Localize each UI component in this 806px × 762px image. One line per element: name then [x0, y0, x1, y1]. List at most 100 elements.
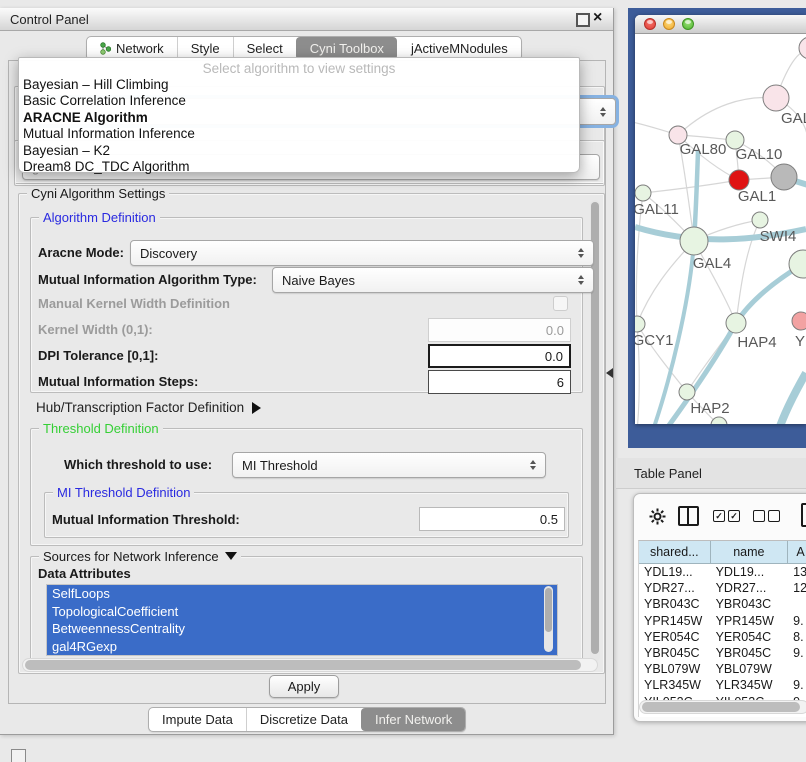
split-columns-icon[interactable] [678, 506, 699, 526]
mi-type-label: Mutual Information Algorithm Type: [38, 272, 257, 287]
gear-icon[interactable] [649, 508, 666, 525]
table-row[interactable]: YDR27...YDR27...12 [639, 580, 806, 596]
close-panel-icon[interactable]: × [593, 9, 602, 27]
select-all-columns-icon[interactable]: ✓✓ [713, 510, 740, 522]
table-row[interactable]: YBR045CYBR045C9. [639, 645, 806, 661]
algorithm-dropdown-popup: Select algorithm to view settings Bayesi… [18, 57, 580, 173]
table-horizontal-scrollbar[interactable] [639, 700, 806, 714]
table-cell: 13 [788, 564, 806, 580]
network-node-label: HAP2 [690, 400, 729, 417]
mi-threshold-group-title: MI Threshold Definition [53, 485, 194, 500]
network-node-label: GAL1 [738, 188, 776, 205]
data-attribute-item[interactable]: BetweennessCentrality [47, 620, 557, 638]
data-attributes-list[interactable]: SelfLoopsTopologicalCoefficientBetweenne… [46, 584, 558, 656]
algorithm-option[interactable]: Dream8 DC_TDC Algorithm [19, 159, 579, 175]
node-table[interactable]: shared...nameA YDL19...YDL19...13YDR27..… [638, 540, 806, 717]
kernel-width-input[interactable]: 0.0 [428, 318, 571, 342]
table-row[interactable]: YBL079WYBL079W [639, 661, 806, 677]
table-cell: YBL079W [639, 661, 711, 677]
dock-mini-icon[interactable] [11, 749, 26, 762]
manual-kernel-checkbox[interactable] [553, 296, 568, 311]
network-node-hap4[interactable] [726, 313, 746, 333]
table-panel-title: Table Panel [634, 466, 702, 481]
network-view-frame: GALGAL80GAL10GAL1GAL11SWI4GAL4GCY1HAP4YH… [628, 8, 806, 448]
algorithm-option[interactable]: ARACNE Algorithm [19, 110, 579, 126]
table-column-header[interactable]: name [711, 541, 789, 563]
tab-discretize-data[interactable]: Discretize Data [246, 708, 361, 731]
data-attribute-item[interactable]: SelfLoops [47, 585, 557, 603]
network-node[interactable] [711, 417, 727, 424]
tab-cyni-toolbox-label: Cyni Toolbox [310, 41, 384, 56]
control-panel-titlebar: Control Panel × [0, 8, 613, 31]
network-node-label: SWI4 [760, 228, 797, 245]
splitter-collapse-arrow[interactable] [606, 368, 613, 378]
table-column-header[interactable]: shared... [639, 541, 711, 563]
network-graph-canvas[interactable]: GALGAL80GAL10GAL1GAL11SWI4GAL4GCY1HAP4YH… [635, 34, 806, 424]
network-node-label: GAL80 [680, 141, 727, 158]
table-row[interactable]: YLR345WYLR345W9. [639, 677, 806, 693]
apply-button-label: Apply [288, 679, 321, 694]
network-edge-highlighted[interactable] [772, 373, 806, 424]
float-panel-icon[interactable] [576, 13, 590, 27]
network-node[interactable] [799, 37, 806, 59]
tab-infer-network[interactable]: Infer Network [361, 708, 465, 731]
attributes-vertical-scrollbar[interactable] [544, 586, 553, 652]
algorithm-option[interactable]: Mutual Information Inference [19, 126, 579, 142]
hub-definition-expander[interactable]: Hub/Transcription Factor Definition [36, 400, 261, 415]
tab-impute-data[interactable]: Impute Data [149, 708, 246, 731]
table-hscroll-thumb[interactable] [642, 702, 800, 712]
data-attribute-item[interactable]: gal4RGexp [47, 638, 557, 656]
close-window-icon[interactable] [644, 18, 656, 30]
network-node-gcy1[interactable] [635, 316, 645, 332]
sources-group-title[interactable]: Sources for Network Inference [39, 549, 241, 564]
table-row[interactable]: YDL19...YDL19...13 [639, 564, 806, 580]
table-row[interactable]: YBR043CYBR043C [639, 596, 806, 612]
cyni-bottom-tabbar: Impute Data Discretize Data Infer Networ… [148, 707, 466, 732]
minimize-window-icon[interactable] [663, 18, 675, 30]
dpi-tolerance-input[interactable]: 0.0 [428, 344, 571, 368]
network-edge[interactable] [643, 180, 739, 193]
algorithm-option-list: Bayesian – Hill ClimbingBasic Correlatio… [19, 77, 579, 175]
table-column-header[interactable]: A [788, 541, 806, 563]
network-edge[interactable] [678, 97, 776, 135]
table-row[interactable]: YER054CYER054C8. [639, 629, 806, 645]
which-threshold-combo[interactable]: MI Threshold [232, 452, 546, 478]
mi-steps-input[interactable]: 6 [428, 370, 571, 394]
deselect-all-columns-icon[interactable] [753, 510, 780, 522]
aracne-mode-combo[interactable]: Discovery [130, 240, 594, 266]
table-cell: YER054C [639, 629, 711, 645]
table-header-row: shared...nameA [639, 541, 806, 564]
network-node-gal4[interactable] [680, 227, 708, 255]
zoom-window-icon[interactable] [682, 18, 694, 30]
mi-threshold-input[interactable]: 0.5 [419, 507, 565, 531]
mi-type-combo[interactable]: Naive Bayes [272, 267, 594, 293]
table-toolbar: ✓✓ [634, 494, 806, 538]
document-icon[interactable] [801, 503, 806, 527]
tab-style-label: Style [191, 41, 220, 56]
algorithm-option[interactable]: Bayesian – Hill Climbing [19, 77, 579, 93]
mi-steps-label: Mutual Information Steps: [38, 374, 198, 389]
which-threshold-value: MI Threshold [242, 458, 318, 473]
stepper-arrows-icon [578, 275, 584, 285]
apply-button[interactable]: Apply [269, 675, 339, 698]
algorithm-option[interactable]: Basic Correlation Inference [19, 93, 579, 109]
network-node[interactable] [771, 164, 797, 190]
settings-horizontal-scrollbar[interactable] [22, 658, 598, 672]
algorithm-option[interactable]: Bayesian – K2 [19, 143, 579, 159]
network-node-y[interactable] [792, 312, 806, 330]
network-node-gal[interactable] [763, 85, 789, 111]
kernel-width-label: Kernel Width (0,1): [38, 322, 153, 337]
network-node-gal1[interactable] [729, 170, 749, 190]
aracne-mode-value: Discovery [140, 246, 197, 261]
table-row[interactable]: YPR145WYPR145W9. [639, 613, 806, 629]
network-icon [100, 42, 111, 55]
attributes-scroll-thumb[interactable] [545, 588, 552, 632]
table-cell [788, 596, 806, 612]
data-attribute-item[interactable]: TopologicalCoefficient [47, 603, 557, 621]
cyni-settings-title: Cyni Algorithm Settings [27, 186, 169, 201]
network-node-gal11[interactable] [635, 185, 651, 201]
table-panel-header: Table Panel [616, 458, 806, 489]
network-node-hap2[interactable] [679, 384, 695, 400]
settings-hscroll-thumb[interactable] [25, 660, 581, 670]
network-node-swi4[interactable] [752, 212, 768, 228]
